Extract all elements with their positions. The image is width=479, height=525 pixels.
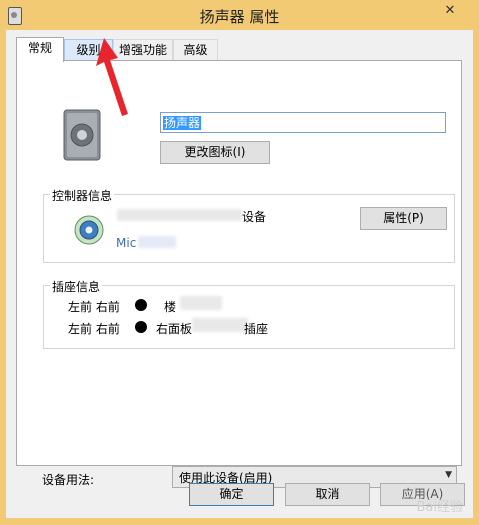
controller-info-title: 控制器信息 xyxy=(50,187,115,204)
title-bar: 扬声器 属性 ✕ xyxy=(0,0,479,30)
controller-info-group: 控制器信息 设备 Mic 属性(P) xyxy=(43,187,455,263)
jack-color-dot-2 xyxy=(135,321,147,333)
general-panel: 扬声器 更改图标(I) 控制器信息 设备 Mic 属性(P) 插座信息 左前 右… xyxy=(16,60,462,488)
tab-general[interactable]: 常规 xyxy=(16,37,64,62)
redacted-device-name xyxy=(117,209,242,221)
controller-properties-button[interactable]: 属性(P) xyxy=(360,207,447,230)
redacted-jack-1 xyxy=(180,296,222,310)
jack-info-group: 插座信息 左前 右前 楼 左前 右前 右面板 插座 xyxy=(43,278,455,349)
annotation-arrow-icon xyxy=(96,38,128,116)
dialog-body: 常规 级别 增强功能 高级 扬声器 更改图标(I) 控制器信息 设备 Mic 属… xyxy=(6,30,473,518)
vendor-text: Mic xyxy=(116,236,137,250)
jack-row-2-text-after: 插座 xyxy=(244,322,269,336)
sound-card-icon xyxy=(74,215,104,245)
change-icon-button[interactable]: 更改图标(I) xyxy=(160,141,270,164)
ok-button[interactable]: 确定 xyxy=(189,483,274,506)
device-usage-label: 设备用法: xyxy=(42,473,95,487)
jack-row-2-text-before: 右面板 xyxy=(156,322,193,336)
jack-row-1-text: 楼 xyxy=(164,300,177,314)
jack-row-2-label: 左前 右前 xyxy=(68,322,120,336)
jack-info-title: 插座信息 xyxy=(50,278,103,295)
cancel-button[interactable]: 取消 xyxy=(285,483,370,506)
jack-color-dot-1 xyxy=(135,299,147,311)
watermark: Bai经验 xyxy=(416,500,464,515)
tab-advanced[interactable]: 高级 xyxy=(173,39,218,60)
properties-window: 扬声器 属性 ✕ 常规 级别 增强功能 高级 扬声器 更改图标(I) 控制器信息 xyxy=(0,0,479,525)
window-title: 扬声器 属性 xyxy=(199,8,280,26)
close-button[interactable]: ✕ xyxy=(429,1,471,21)
jack-row-1-label: 左前 右前 xyxy=(68,300,120,314)
redacted-vendor-name xyxy=(138,236,176,248)
device-name-input[interactable]: 扬声器 xyxy=(160,112,446,133)
device-suffix: 设备 xyxy=(242,210,267,224)
chevron-down-icon: ▼ xyxy=(445,470,452,480)
redacted-jack-2 xyxy=(192,318,248,332)
